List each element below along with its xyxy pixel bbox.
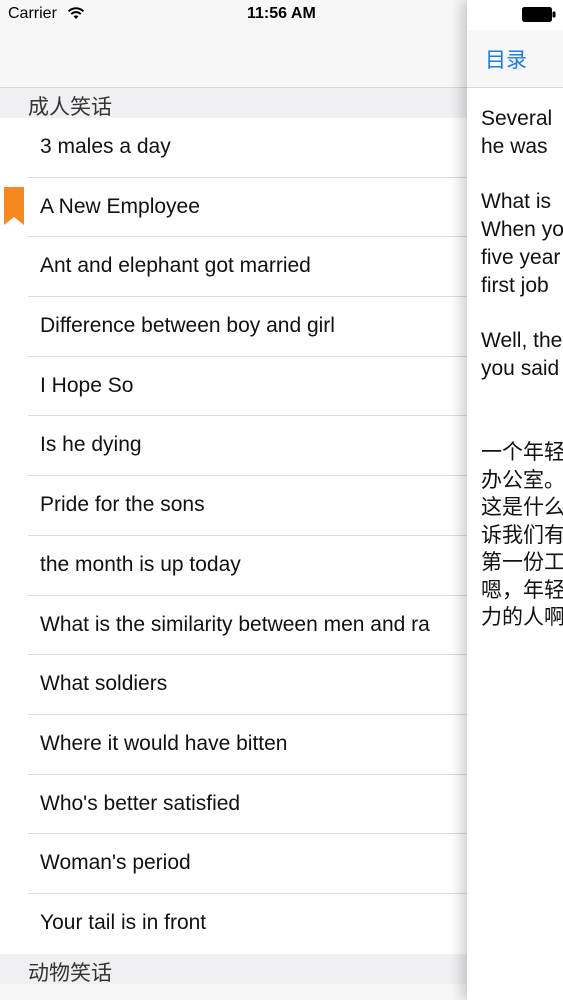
joke-title: Woman's period [40, 851, 191, 875]
joke-title: Ant and elephant got married [40, 254, 311, 278]
joke-text: Several he was What is When yo five year… [481, 105, 563, 659]
joke-title: Who's better satisfied [40, 791, 241, 815]
joke-title: the month is up today [40, 552, 241, 576]
joke-title: I Hope So [40, 373, 134, 397]
detail-nav-bar: 目录 [467, 30, 563, 88]
back-to-contents-button[interactable]: 目录 [485, 44, 527, 74]
text-line: 这是什么 [481, 496, 563, 519]
joke-title: Your tail is in front [40, 910, 207, 934]
bookmark-icon [4, 187, 24, 225]
joke-title: 3 males a day [40, 135, 171, 158]
joke-title: Pride for the sons [40, 493, 205, 517]
text-line: 第一份工 [481, 551, 563, 574]
text-line: 诉我们有 [481, 523, 563, 547]
joke-detail-panel: 目录 Several he was What is When yo five y… [467, 0, 563, 1000]
text-line: When yo [481, 218, 563, 241]
text-line: five year [481, 246, 561, 269]
joke-title: Difference between boy and girl [40, 314, 335, 338]
joke-title: What is the similarity between men and r… [40, 612, 430, 636]
paragraph-3: Well, the you said [481, 327, 563, 383]
status-time: 11:56 AM [247, 5, 316, 22]
joke-title: A New Employee [40, 194, 200, 218]
joke-title: Where it would have bitten [40, 731, 288, 755]
wifi-icon [67, 7, 85, 19]
joke-title: Is he dying [40, 433, 142, 457]
text-line: 一个年轻 [481, 441, 563, 464]
chinese-paragraph: 一个年轻 办公室。 这是什么 诉我们有 第一份工 嗯，年轻 力的人啊 [481, 439, 563, 632]
joke-title: What soldiers [40, 672, 168, 696]
text-line: you said [481, 357, 560, 380]
text-line: Several [481, 107, 553, 130]
carrier-label: Carrier [8, 5, 57, 22]
text-line: What is [481, 190, 552, 213]
section-title: 动物笑话 [28, 962, 112, 985]
paragraph-1: Several he was [481, 105, 563, 161]
text-line: 力的人啊 [481, 606, 563, 629]
paragraph-2: What is When yo five year first job [481, 188, 563, 300]
text-line: Well, the [481, 329, 563, 352]
battery-icon [522, 7, 556, 22]
section-title: 成人笑话 [28, 96, 112, 119]
text-line: he was [481, 135, 548, 158]
text-line: 办公室。 [481, 468, 563, 492]
text-line: 嗯，年轻 [481, 578, 563, 602]
text-line: first job [481, 274, 549, 297]
